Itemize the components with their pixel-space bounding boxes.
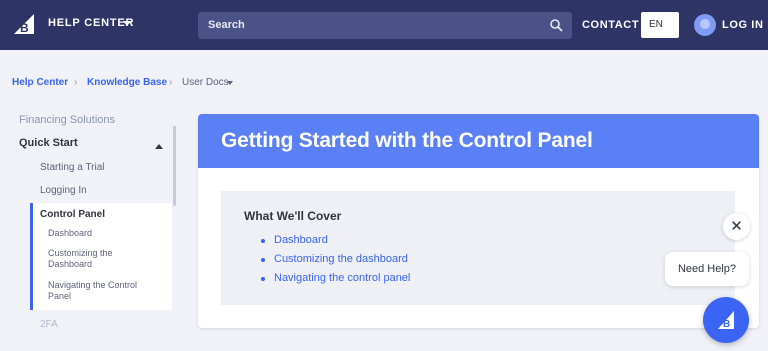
sidebar-subitem-navigating-control-panel[interactable]: Navigating the Control Panel [48, 280, 148, 302]
sidebar-section-financing-solutions[interactable]: Financing Solutions [19, 114, 115, 126]
sidebar-scrollbar[interactable] [173, 126, 176, 206]
breadcrumb-separator: › [169, 77, 173, 88]
help-center-menu[interactable]: HELP CENTER [48, 17, 134, 29]
search-placeholder: Search [208, 19, 245, 31]
what-we-cover-title: What We'll Cover [244, 209, 342, 223]
chevron-down-icon [123, 21, 131, 26]
search-icon[interactable] [549, 18, 563, 32]
page-title: Getting Started with the Control Panel [221, 129, 593, 152]
login-link[interactable]: LOG IN [722, 19, 764, 31]
what-we-cover-box: What We'll Cover Dashboard Customizing t… [221, 191, 735, 305]
sidebar-subitem-dashboard[interactable]: Dashboard [48, 228, 148, 239]
sidebar-subitem-customizing-dashboard[interactable]: Customizing the Dashboard [48, 248, 148, 270]
need-help-bubble[interactable]: Need Help? [665, 252, 749, 286]
search-input[interactable]: Search [198, 12, 572, 39]
cover-link-navigating-control-panel[interactable]: Navigating the control panel [261, 272, 410, 291]
article-card: Getting Started with the Control Panel W… [198, 114, 759, 328]
close-icon: ✕ [730, 218, 743, 235]
help-launcher-button[interactable]: B [703, 297, 749, 343]
chevron-up-icon[interactable] [155, 144, 163, 149]
user-avatar-icon[interactable] [694, 14, 716, 36]
breadcrumb-separator: › [74, 77, 78, 88]
sidebar-item-logging-in[interactable]: Logging In [40, 185, 87, 196]
sidebar-item-control-panel[interactable]: Control Panel [40, 209, 105, 220]
svg-text:B: B [723, 319, 730, 330]
contact-link[interactable]: CONTACT [582, 19, 639, 31]
bigcommerce-logo-icon[interactable]: B [11, 12, 37, 38]
top-navigation-bar: B HELP CENTER Search CONTACT EN LOG IN [0, 0, 768, 50]
cover-link-dashboard[interactable]: Dashboard [261, 234, 410, 253]
bigcommerce-help-icon: B [718, 311, 734, 330]
article-header: Getting Started with the Control Panel [198, 114, 759, 168]
breadcrumb-user-docs[interactable]: User Docs [182, 77, 229, 88]
breadcrumb-knowledge-base[interactable]: Knowledge Base [87, 77, 167, 88]
sidebar-item-2fa[interactable]: 2FA [40, 319, 58, 330]
sidebar-item-starting-a-trial[interactable]: Starting a Trial [40, 162, 104, 173]
close-help-button[interactable]: ✕ [723, 213, 750, 240]
breadcrumb-help-center[interactable]: Help Center [12, 77, 68, 88]
svg-text:B: B [20, 21, 29, 35]
language-value: EN [649, 19, 663, 30]
cover-link-list: Dashboard Customizing the dashboard Navi… [261, 234, 410, 291]
language-select[interactable]: EN [641, 12, 679, 38]
chevron-down-icon[interactable] [227, 81, 233, 85]
sidebar-group-quick-start[interactable]: Quick Start [19, 137, 78, 149]
cover-link-customizing-dashboard[interactable]: Customizing the dashboard [261, 253, 410, 272]
